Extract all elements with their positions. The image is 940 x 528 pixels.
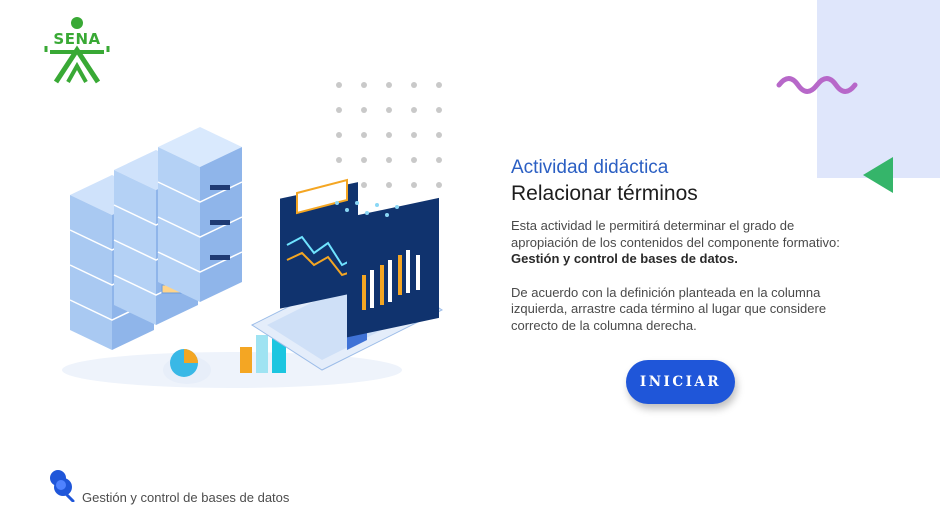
activity-kicker: Actividad didáctica	[511, 157, 669, 178]
start-button[interactable]: INICIAR	[626, 360, 735, 404]
sena-logo: SENA	[40, 16, 114, 86]
component-name: Gestión y control de bases de datos.	[511, 251, 738, 266]
database-servers-laptop-illustration	[62, 127, 444, 388]
triangle-decoration	[863, 157, 893, 193]
sena-logo-icon	[44, 17, 110, 84]
wave-decoration	[776, 76, 858, 94]
footer: Gestión y control de bases de datos	[48, 468, 348, 508]
pin-icon	[50, 470, 75, 502]
course-name: Gestión y control de bases de datos	[82, 490, 290, 505]
activity-intro: Actividad didáctica Relacionar términos …	[511, 156, 851, 334]
activity-intro-text: Esta actividad le permitirá determinar e…	[511, 218, 840, 250]
activity-description: Esta actividad le permitirá determinar e…	[511, 218, 851, 268]
activity-instructions: De acuerdo con la definición planteada e…	[511, 284, 827, 333]
logo-text: SENA	[53, 30, 101, 48]
activity-title: Relacionar términos	[511, 182, 698, 205]
